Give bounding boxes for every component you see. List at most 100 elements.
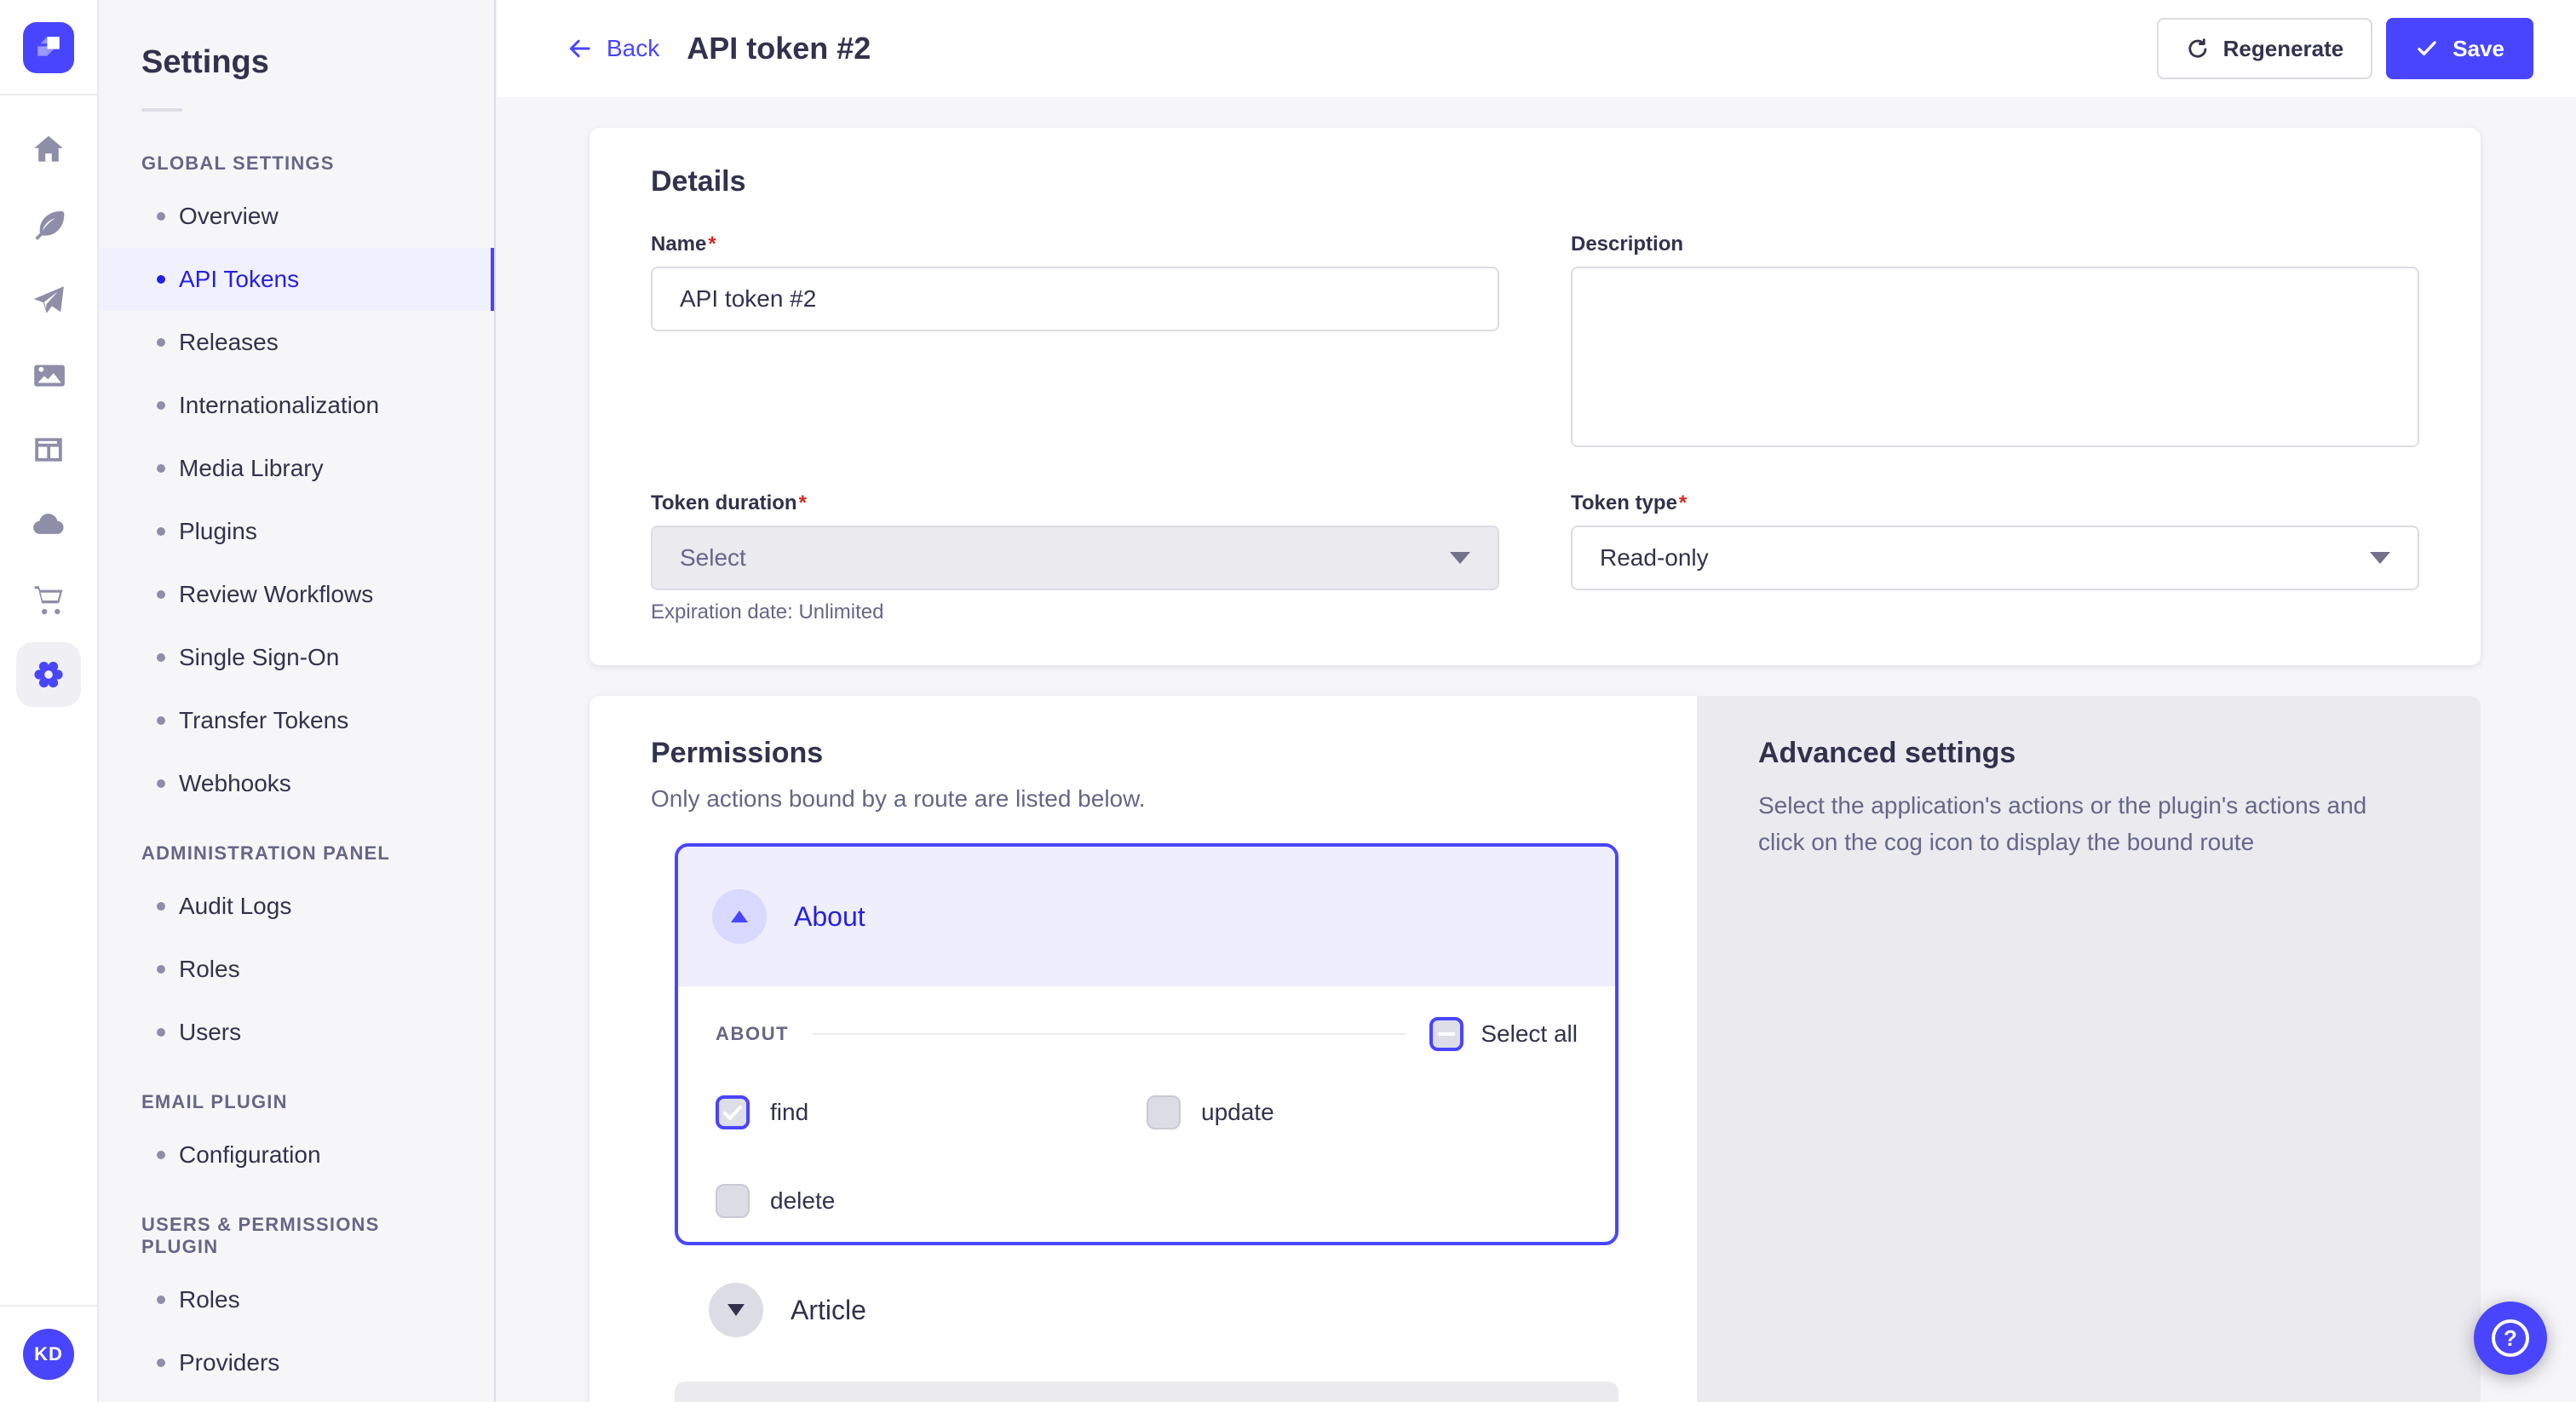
required-asterisk: * xyxy=(1679,491,1687,514)
token-type-label: Token type* xyxy=(1571,491,2419,515)
rail-divider xyxy=(0,94,97,95)
details-card: Details Name* Description Token duration… xyxy=(589,128,2481,665)
about-section-row: ABOUT Select all xyxy=(716,1017,1578,1051)
bullet-icon xyxy=(157,1028,165,1037)
section-label-global-settings: GLOBAL SETTINGS xyxy=(141,152,451,175)
expand-toggle[interactable] xyxy=(709,1283,763,1337)
token-duration-label: Token duration* xyxy=(651,491,1499,515)
update-checkbox[interactable] xyxy=(1147,1095,1181,1129)
sidebar-item-media-library[interactable]: Media Library xyxy=(99,437,494,500)
accordion-about-header[interactable]: About xyxy=(678,847,1615,986)
accordion-article-label: Article xyxy=(791,1295,866,1326)
required-asterisk: * xyxy=(799,491,807,514)
advanced-settings-description: Select the application's actions or the … xyxy=(1758,787,2419,861)
subnav-rule xyxy=(141,108,182,112)
token-duration-select[interactable]: Select xyxy=(651,526,1499,590)
help-button[interactable]: ? xyxy=(2474,1301,2547,1375)
paper-plane-icon[interactable] xyxy=(16,267,81,332)
bullet-icon xyxy=(157,716,165,725)
bullet-icon xyxy=(157,1359,165,1367)
strapi-logo[interactable] xyxy=(23,22,74,73)
token-type-field: Token type* Read-only xyxy=(1571,491,2419,590)
bullet-icon xyxy=(157,1151,165,1159)
details-form: Name* Description Token duration* Select… xyxy=(651,233,2419,624)
regenerate-button[interactable]: Regenerate xyxy=(2157,18,2373,79)
collapse-toggle[interactable] xyxy=(712,889,767,944)
permissions-row: Permissions Only actions bound by a rout… xyxy=(589,696,2481,1402)
delete-checkbox[interactable] xyxy=(716,1184,750,1218)
bullet-icon xyxy=(157,527,165,536)
bullet-icon xyxy=(157,965,165,974)
about-section-label: ABOUT xyxy=(716,1023,789,1045)
advanced-settings-panel: Advanced settings Select the application… xyxy=(1697,696,2481,1402)
action-find[interactable]: find xyxy=(716,1095,1147,1129)
question-mark-icon: ? xyxy=(2492,1319,2529,1357)
advanced-settings-heading: Advanced settings xyxy=(1758,737,2419,770)
find-checkbox[interactable] xyxy=(716,1095,750,1129)
sidebar-item-admin-users[interactable]: Users xyxy=(99,1001,494,1064)
sidebar-item-single-sign-on[interactable]: Single Sign-On xyxy=(99,626,494,689)
divider xyxy=(813,1033,1406,1035)
subnav-title: Settings xyxy=(141,44,494,81)
token-duration-hint: Expiration date: Unlimited xyxy=(651,600,1499,624)
chevron-up-icon xyxy=(731,911,748,922)
description-label: Description xyxy=(1571,233,2419,256)
sidebar-item-overview[interactable]: Overview xyxy=(99,185,494,248)
page-content: Details Name* Description Token duration… xyxy=(497,97,2576,1402)
home-icon[interactable] xyxy=(16,118,81,182)
permissions-panel: Permissions Only actions bound by a rout… xyxy=(589,696,1697,1402)
cart-icon[interactable] xyxy=(16,567,81,632)
action-update[interactable]: update xyxy=(1147,1095,1578,1129)
bullet-icon xyxy=(157,275,165,284)
next-accordion-edge xyxy=(675,1382,1619,1402)
settings-subnav: Settings GLOBAL SETTINGS Overview API To… xyxy=(99,0,496,1402)
action-delete[interactable]: delete xyxy=(716,1184,1147,1218)
bullet-icon xyxy=(157,1296,165,1304)
sidebar-item-review-workflows[interactable]: Review Workflows xyxy=(99,563,494,626)
name-input[interactable] xyxy=(651,267,1499,331)
chevron-down-icon xyxy=(1450,552,1470,564)
feather-icon[interactable] xyxy=(16,192,81,257)
sidebar-item-email-configuration[interactable]: Configuration xyxy=(99,1123,494,1187)
sidebar-item-plugins[interactable]: Plugins xyxy=(99,500,494,563)
check-icon xyxy=(2415,37,2439,60)
sidebar-item-api-tokens[interactable]: API Tokens xyxy=(99,248,494,311)
bullet-icon xyxy=(157,779,165,788)
sidebar-item-up-providers[interactable]: Providers xyxy=(99,1331,494,1394)
permissions-subtitle: Only actions bound by a route are listed… xyxy=(651,785,1636,813)
sidebar-item-releases[interactable]: Releases xyxy=(99,311,494,374)
save-button[interactable]: Save xyxy=(2386,18,2533,79)
header-actions: Regenerate Save xyxy=(2157,18,2533,79)
select-all-control[interactable]: Select all xyxy=(1429,1017,1578,1051)
bullet-icon xyxy=(157,902,165,911)
sidebar-item-transfer-tokens[interactable]: Transfer Tokens xyxy=(99,689,494,752)
sidebar-item-webhooks[interactable]: Webhooks xyxy=(99,752,494,815)
sidebar-item-up-roles[interactable]: Roles xyxy=(99,1268,494,1331)
sidebar-item-audit-logs[interactable]: Audit Logs xyxy=(99,875,494,938)
user-avatar[interactable]: KD xyxy=(23,1329,74,1380)
back-link[interactable]: Back xyxy=(566,35,659,62)
accordion-about-body: ABOUT Select all xyxy=(678,986,1615,1242)
name-field: Name* xyxy=(651,233,1499,331)
cloud-icon[interactable] xyxy=(16,492,81,557)
token-type-select[interactable]: Read-only xyxy=(1571,526,2419,590)
bullet-icon xyxy=(157,401,165,410)
accordion-about: About ABOUT Select all xyxy=(675,843,1619,1245)
description-textarea[interactable] xyxy=(1571,267,2419,447)
accordion-article-header[interactable]: Article xyxy=(675,1283,1619,1337)
name-label: Name* xyxy=(651,233,1499,256)
required-asterisk: * xyxy=(708,233,716,256)
sidebar-item-admin-roles[interactable]: Roles xyxy=(99,938,494,1001)
media-pictures-icon[interactable] xyxy=(16,342,81,407)
accordion-about-label: About xyxy=(794,901,865,933)
select-all-checkbox[interactable] xyxy=(1429,1017,1463,1051)
rail-divider xyxy=(0,1305,97,1307)
token-duration-field: Token duration* Select Expiration date: … xyxy=(651,491,1499,624)
sidebar-item-internationalization[interactable]: Internationalization xyxy=(99,374,494,437)
bullet-icon xyxy=(157,464,165,473)
layout-icon[interactable] xyxy=(16,417,81,482)
main-nav-rail: KD xyxy=(0,0,99,1402)
bullet-icon xyxy=(157,338,165,347)
refresh-icon xyxy=(2186,37,2210,60)
gear-icon[interactable] xyxy=(16,642,81,707)
